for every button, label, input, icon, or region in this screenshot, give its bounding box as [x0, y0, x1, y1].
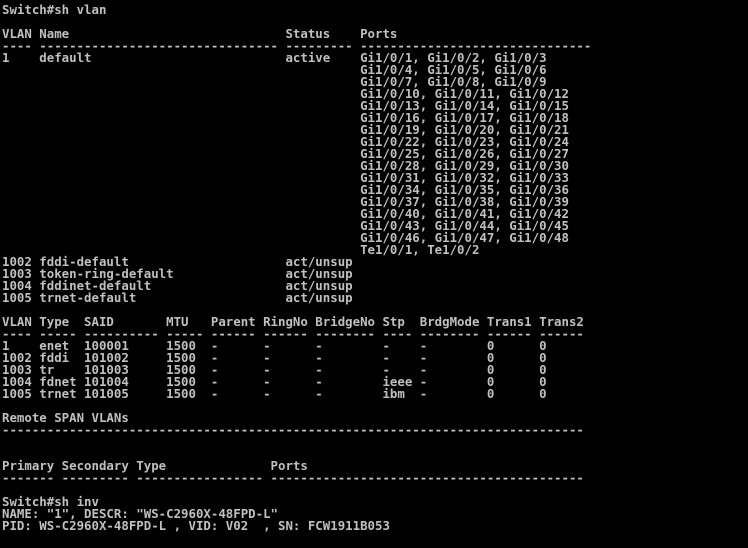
terminal-line: 1005 trnet 101005 1500 - - - ibm - 0 0 [2, 386, 547, 401]
terminal-line: PID: WS-C2960X-48FPD-L , VID: V02 , SN: … [2, 518, 390, 533]
terminal-line: Switch#sh vlan [2, 2, 107, 17]
terminal-line: ------- --------- ----------------- ----… [2, 470, 584, 485]
terminal-line: 1005 trnet-default act/unsup [2, 290, 353, 305]
terminal-line: ----------------------------------------… [2, 422, 584, 437]
terminal-window[interactable]: Switch#sh vlan VLAN Name Status Ports ----… [0, 0, 748, 548]
